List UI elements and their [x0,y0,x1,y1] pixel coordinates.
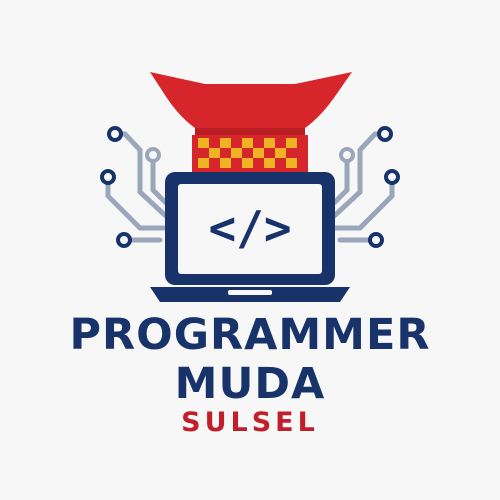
code-brackets-icon: </> [208,201,291,255]
logo-title-line1: PROGRAMMER [69,310,431,360]
circuit-node-left-icon [145,147,161,163]
logo-canvas: </> PROGRAMMER MUDA SULSEL [0,0,500,500]
tongkonan-roof-icon [150,72,352,175]
logo-title-line2: MUDA [174,359,326,409]
logo-subtitle: SULSEL [181,407,319,438]
circuit-node-right-icon [339,147,355,163]
